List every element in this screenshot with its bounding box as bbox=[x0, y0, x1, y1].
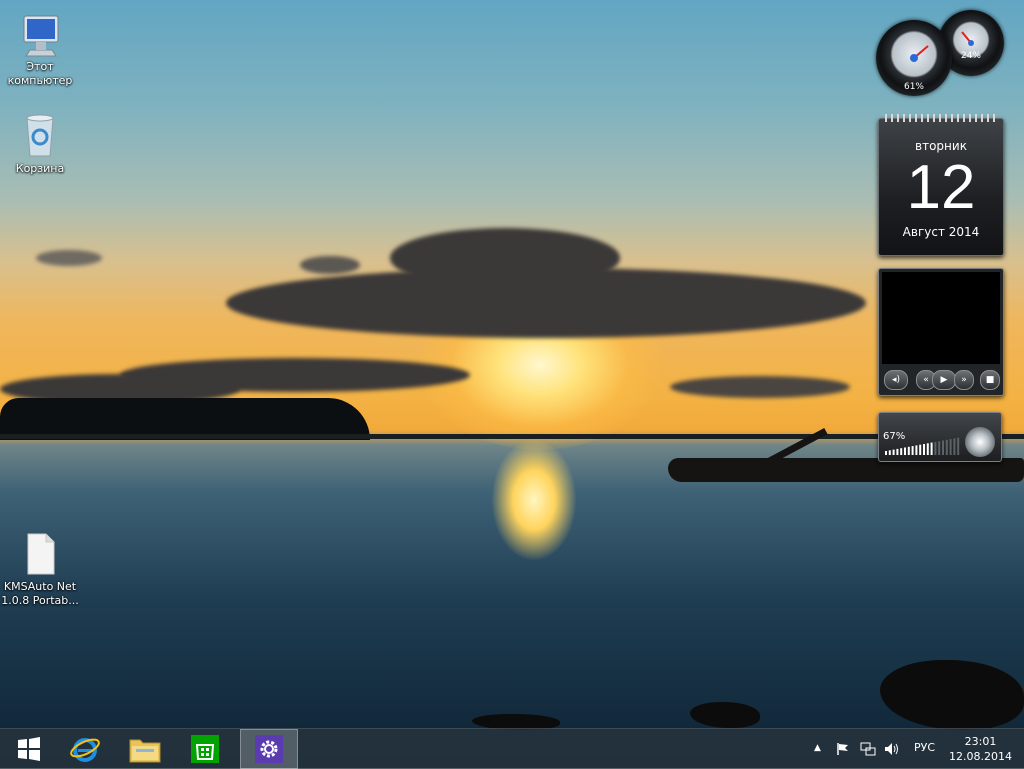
volume-knob-icon[interactable] bbox=[965, 427, 995, 457]
desktop-icon-this-pc[interactable]: Этот компьютер bbox=[0, 10, 80, 88]
start-button[interactable] bbox=[0, 729, 58, 769]
calendar-month-year: Август 2014 bbox=[902, 225, 980, 239]
desktop-icon-kmsauto[interactable]: KMSAuto Net 1.0.8 Portab... bbox=[0, 530, 80, 608]
volume-icon[interactable]: ◂) bbox=[884, 370, 908, 390]
volume-bar bbox=[957, 437, 960, 455]
windows-logo-icon bbox=[18, 737, 40, 761]
rock bbox=[690, 702, 760, 728]
sun-reflection bbox=[492, 440, 576, 560]
calendar-day: 12 bbox=[906, 153, 976, 222]
recycle-bin-icon bbox=[26, 114, 54, 157]
volume-bar bbox=[907, 446, 910, 455]
desktop-icon-label: KMSAuto Net 1.0.8 Portab... bbox=[1, 580, 79, 607]
cloud bbox=[390, 228, 620, 288]
action-center-flag-icon[interactable] bbox=[836, 742, 850, 756]
media-player-gadget[interactable]: ◂) « ▶ » ■ bbox=[878, 268, 1004, 396]
speaker-icon[interactable] bbox=[884, 742, 900, 756]
desktop-icon-label: Корзина bbox=[15, 162, 65, 175]
folder-icon bbox=[129, 739, 161, 763]
volume-bar bbox=[888, 450, 891, 455]
cloud bbox=[300, 256, 360, 274]
desktop-icon-label: Этот компьютер bbox=[7, 60, 73, 87]
cloud bbox=[670, 376, 850, 398]
media-player-controls: ◂) « ▶ » ■ bbox=[882, 366, 1000, 392]
rock bbox=[880, 660, 1024, 730]
settings-button[interactable] bbox=[240, 729, 298, 769]
input-language-indicator[interactable]: РУС bbox=[914, 741, 935, 754]
clock-date: 12.08.2014 bbox=[949, 750, 1012, 763]
volume-bar bbox=[926, 443, 929, 455]
volume-bar bbox=[919, 444, 922, 455]
stop-icon[interactable]: ■ bbox=[980, 370, 1000, 390]
play-icon[interactable]: ▶ bbox=[932, 370, 956, 390]
volume-bar bbox=[896, 448, 899, 455]
clock-time: 23:01 bbox=[964, 735, 997, 748]
file-icon bbox=[27, 533, 55, 575]
volume-bar bbox=[942, 440, 944, 455]
volume-bar bbox=[953, 438, 956, 455]
ie-icon bbox=[70, 738, 100, 762]
volume-bar bbox=[923, 444, 925, 455]
volume-bar bbox=[892, 449, 895, 455]
volume-bar bbox=[900, 448, 903, 455]
volume-bar bbox=[915, 445, 918, 455]
volume-bar bbox=[885, 451, 887, 455]
volume-bars-icon bbox=[885, 437, 960, 455]
volume-bar bbox=[945, 439, 948, 455]
cpu-reading: 61% bbox=[903, 82, 924, 92]
calendar-rings bbox=[885, 114, 997, 122]
show-hidden-icons-icon[interactable]: ▲ bbox=[814, 743, 821, 753]
volume-bar bbox=[911, 446, 914, 455]
next-icon[interactable]: » bbox=[954, 370, 974, 390]
taskbar-clock[interactable]: 23:01 12.08.2014 bbox=[949, 734, 1012, 764]
store-icon bbox=[191, 735, 219, 763]
store-button[interactable] bbox=[176, 729, 234, 769]
desktop-icon-recycle-bin[interactable]: Корзина bbox=[0, 112, 80, 176]
volume-gadget[interactable]: 67% bbox=[878, 412, 1002, 462]
horizon bbox=[0, 434, 1024, 439]
computer-icon bbox=[23, 15, 59, 57]
cpu-meter-big-gauge[interactable]: 61% bbox=[876, 20, 952, 96]
taskbar: ▲ РУС 23:01 12.08.2014 bbox=[0, 728, 1024, 769]
internet-explorer-button[interactable] bbox=[56, 729, 114, 769]
volume-bar bbox=[904, 447, 906, 455]
file-explorer-button[interactable] bbox=[116, 729, 174, 769]
network-icon[interactable] bbox=[860, 742, 876, 756]
volume-bar bbox=[930, 442, 933, 455]
volume-bar bbox=[949, 439, 952, 455]
cloud bbox=[36, 250, 102, 266]
desktop-wallpaper bbox=[0, 0, 1024, 768]
volume-bar bbox=[938, 441, 941, 455]
gear-icon bbox=[255, 735, 283, 763]
calendar-weekday: вторник bbox=[915, 139, 967, 153]
calendar-gadget[interactable]: вторник 12 Август 2014 bbox=[878, 114, 1004, 256]
media-player-screen bbox=[882, 272, 1000, 364]
volume-bar bbox=[934, 441, 937, 455]
